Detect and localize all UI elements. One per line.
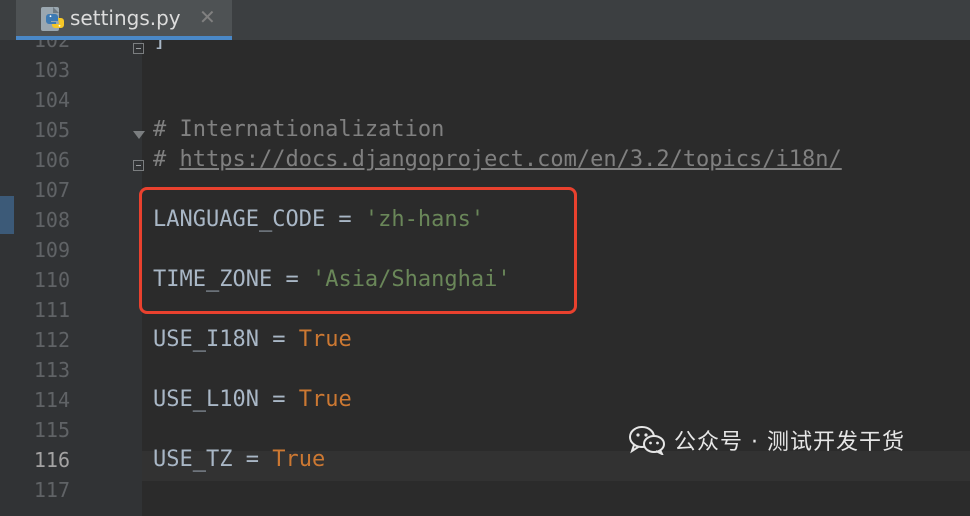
line-number: 112 — [33, 328, 70, 352]
line-number: 113 — [33, 358, 70, 382]
code-line[interactable]: USE_L10N = True — [153, 385, 352, 415]
bookmark-marker — [0, 196, 14, 234]
code-token-plain: LANGUAGE_CODE = — [153, 207, 365, 232]
code-line[interactable]: LANGUAGE_CODE = 'zh-hans' — [153, 205, 484, 235]
code-token-plain: USE_I18N = — [153, 327, 299, 352]
code-token-string: 'Asia/Shanghai' — [311, 267, 511, 292]
close-icon[interactable]: ✕ — [199, 5, 216, 29]
fold-end-icon[interactable] — [133, 160, 144, 171]
fold-end-icon[interactable] — [133, 43, 144, 54]
line-number: 115 — [33, 418, 70, 442]
line-number: 116 — [33, 448, 70, 472]
left-tool-strip — [0, 40, 14, 516]
line-number: 102 — [33, 40, 70, 52]
python-file-icon — [41, 7, 64, 31]
code-line[interactable]: USE_I18N = True — [153, 325, 352, 355]
code-line[interactable]: TIME_ZONE = 'Asia/Shanghai' — [153, 265, 511, 295]
wechat-icon — [629, 426, 665, 455]
tab-title: settings.py — [70, 6, 181, 30]
line-number: 108 — [33, 208, 70, 232]
code-token-plain: USE_L10N = — [153, 387, 299, 412]
fold-start-icon[interactable] — [133, 131, 145, 139]
line-number: 109 — [33, 238, 70, 262]
watermark-text: 公众号 · 测试开发干货 — [674, 430, 905, 455]
line-number: 110 — [33, 268, 70, 292]
code-token-plain: ] — [153, 40, 166, 52]
code-line[interactable]: ] — [153, 40, 166, 55]
code-token-link[interactable]: https://docs.djangoproject.com/en/3.2/to… — [180, 147, 842, 172]
line-number: 103 — [33, 58, 70, 82]
code-line[interactable]: # Internationalization — [153, 115, 444, 145]
watermark: 公众号 · 测试开发干货 — [628, 420, 905, 460]
tab-settings-py[interactable]: settings.py ✕ — [16, 0, 232, 40]
code-line[interactable]: USE_TZ = True — [153, 445, 325, 475]
code-token-string: 'zh-hans' — [364, 207, 485, 232]
code-token-plain: TIME_ZONE = — [153, 267, 312, 292]
code-token-keyword: True — [272, 447, 326, 472]
line-number: 104 — [33, 88, 70, 112]
line-number: 105 — [33, 118, 70, 142]
line-number: 111 — [33, 298, 70, 322]
editor-tab-bar: settings.py ✕ — [0, 0, 970, 40]
code-token-comment: # — [153, 147, 180, 172]
line-number: 114 — [33, 388, 70, 412]
code-token-keyword: True — [298, 327, 352, 352]
line-number: 106 — [33, 148, 70, 172]
line-number: 107 — [33, 178, 70, 202]
code-token-plain: USE_TZ = — [153, 447, 273, 472]
code-token-comment: # Internationalization — [153, 117, 445, 142]
code-token-keyword: True — [298, 387, 352, 412]
code-line[interactable]: # https://docs.djangoproject.com/en/3.2/… — [153, 145, 842, 175]
line-number: 117 — [33, 478, 70, 502]
